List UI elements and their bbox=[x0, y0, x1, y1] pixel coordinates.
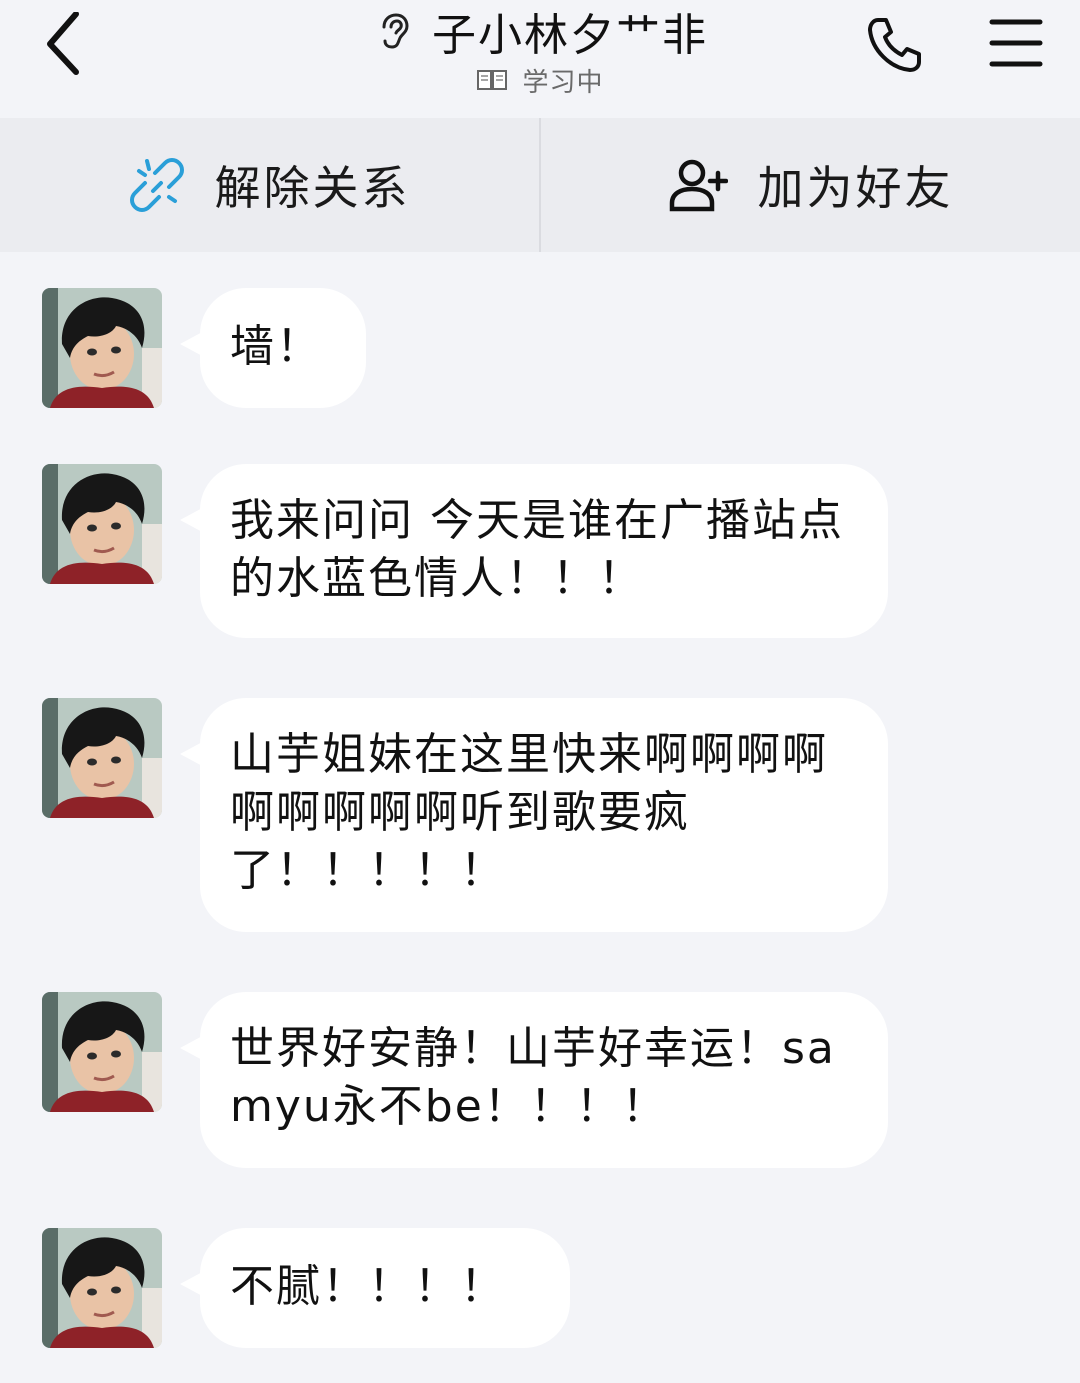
chevron-left-icon bbox=[47, 11, 79, 75]
message-bubble[interactable]: 不腻！！！！ bbox=[200, 1228, 570, 1348]
call-button[interactable] bbox=[864, 14, 926, 76]
chat-title: 子小林夕艹非 bbox=[432, 10, 708, 61]
message-text: 山芋姐妹在这里快来啊啊啊啊啊啊啊啊啊听到歌要疯了！！！！！ bbox=[230, 729, 828, 896]
message-text: 世界好安静！山芋好幸运！samyu永不be！！！！ bbox=[230, 1023, 836, 1132]
message-text: 墙！ bbox=[230, 321, 322, 372]
unlink-label: 解除关系 bbox=[214, 161, 411, 215]
chat-title-area[interactable]: 子小林夕艹非 学习中 bbox=[260, 4, 820, 104]
message-list[interactable]: 墙！ 我来问问 今天是谁在广播站点的水蓝色情人！！！ 山芋姐妹在这里快来啊啊啊啊… bbox=[0, 252, 1080, 1383]
add-friend-button[interactable]: 加为好友 bbox=[541, 118, 1080, 252]
message-text: 我来问问 今天是谁在广播站点的水蓝色情人！！！ bbox=[230, 495, 844, 604]
avatar[interactable] bbox=[42, 288, 162, 408]
avatar[interactable] bbox=[42, 698, 162, 818]
add-friend-label: 加为好友 bbox=[757, 161, 954, 215]
message-bubble[interactable]: 世界好安静！山芋好幸运！samyu永不be！！！！ bbox=[200, 992, 888, 1168]
message-bubble[interactable]: 墙！ bbox=[200, 288, 366, 408]
back-button[interactable] bbox=[36, 11, 92, 76]
avatar[interactable] bbox=[42, 1228, 162, 1348]
avatar[interactable] bbox=[42, 992, 162, 1112]
message-bubble[interactable]: 山芋姐妹在这里快来啊啊啊啊啊啊啊啊啊听到歌要疯了！！！！！ bbox=[200, 698, 888, 932]
add-user-icon bbox=[669, 159, 728, 212]
menu-button[interactable] bbox=[988, 16, 1044, 70]
message-bubble[interactable]: 我来问问 今天是谁在广播站点的水蓝色情人！！！ bbox=[200, 464, 888, 638]
top-bar: 子小林夕艹非 学习中 bbox=[0, 0, 1080, 118]
relationship-action-bar: 解除关系 加为好友 bbox=[0, 118, 1080, 252]
unlink-button[interactable]: 解除关系 bbox=[0, 118, 539, 252]
ear-icon bbox=[382, 13, 409, 49]
avatar[interactable] bbox=[42, 464, 162, 584]
chat-status: 学习中 bbox=[522, 67, 604, 98]
message-text: 不腻！！！！ bbox=[230, 1261, 506, 1312]
menu-icon bbox=[989, 19, 1043, 67]
book-icon bbox=[477, 70, 508, 90]
phone-icon bbox=[868, 18, 921, 72]
unlink-icon bbox=[129, 158, 184, 212]
